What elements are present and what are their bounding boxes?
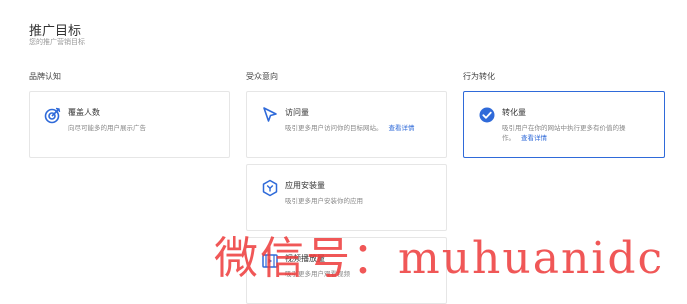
app-install-card[interactable]: 应用安装量 吸引更多用户安装你的应用 [246, 164, 447, 231]
cursor-arrow-icon [261, 106, 279, 124]
app-install-description: 吸引更多用户安装你的应用 [285, 197, 363, 205]
conversion-description-line2: 作。 [502, 134, 515, 142]
page-subtitle: 您的推广营销目标 [29, 38, 85, 46]
reach-title: 覆盖人数 [68, 108, 100, 117]
traffic-details-link[interactable]: 查看详情 [389, 124, 415, 132]
traffic-description: 吸引更多用户访问你的目标网站。 [285, 124, 383, 132]
traffic-description-row: 吸引更多用户访问你的目标网站。 查看详情 [285, 123, 415, 133]
conversion-description-line2-row: 作。 查看详情 [502, 133, 626, 143]
target-icon [44, 106, 62, 124]
watermark-text: 微信号：muhuanidc [214, 233, 665, 284]
traffic-title: 访问量 [285, 108, 309, 117]
column-label-brand: 品牌认知 [29, 72, 61, 81]
conversion-description-block: 吸引用户在你的网站中执行更多有价值的操 作。 查看详情 [502, 123, 626, 143]
check-circle-icon [478, 106, 496, 124]
conversion-card[interactable]: 转化量 吸引用户在你的网站中执行更多有价值的操 作。 查看详情 [463, 91, 665, 158]
column-label-conversion: 行为转化 [463, 72, 495, 81]
app-install-title: 应用安装量 [285, 181, 325, 190]
app-cube-icon [261, 179, 279, 197]
reach-card[interactable]: 覆盖人数 向尽可能多的用户展示广告 [29, 91, 230, 158]
column-label-audience: 受众意向 [246, 72, 278, 81]
conversion-description-line1: 吸引用户在你的网站中执行更多有价值的操 [502, 124, 626, 132]
conversion-details-link[interactable]: 查看详情 [521, 134, 547, 142]
traffic-card[interactable]: 访问量 吸引更多用户访问你的目标网站。 查看详情 [246, 91, 447, 158]
reach-description: 向尽可能多的用户展示广告 [68, 124, 146, 132]
conversion-title: 转化量 [502, 108, 526, 117]
